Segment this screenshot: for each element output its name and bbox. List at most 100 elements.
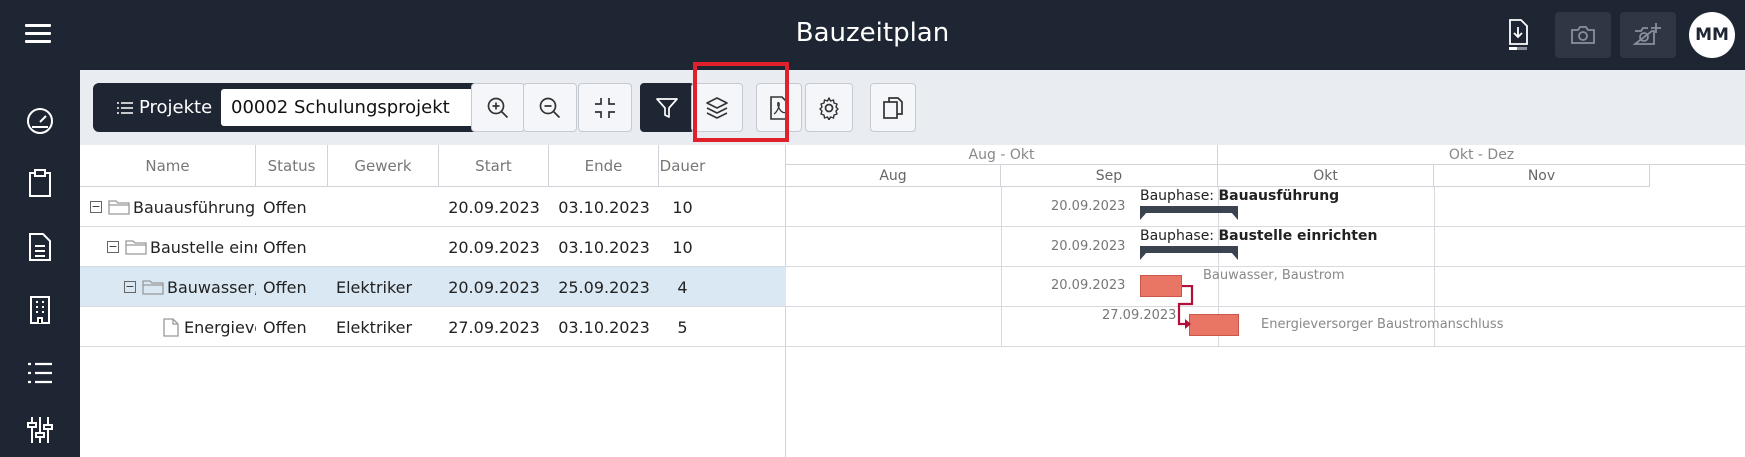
gantt-start-date: 20.09.2023 [1051, 199, 1126, 214]
settings-icon [819, 96, 839, 120]
row-gewerk [336, 227, 436, 267]
sidebar [0, 70, 80, 457]
zoom-in-icon [487, 97, 509, 118]
row-gewerk: Elektriker [336, 277, 413, 297]
row-dauer: 10 [672, 237, 693, 257]
project-switcher: Projekte 00002 Schulungsprojekt [93, 83, 513, 132]
gantt-summary-bar[interactable] [1140, 246, 1238, 260]
row-gewerk [336, 187, 436, 227]
gantt-row: 27.09.2023 Energieversorger Baustromansc… [786, 307, 1745, 347]
row-name: Baustelle einrich [150, 237, 257, 257]
gantt-month-header: Okt [1218, 165, 1434, 187]
gantt-summary-bar[interactable] [1140, 206, 1238, 220]
column-header-status[interactable]: Status [256, 145, 328, 187]
gantt-row: 20.09.2023 Bauphase: Bauausführung [786, 187, 1745, 227]
gantt-bar-label: Bauphase: Bauausführung [1140, 188, 1340, 204]
column-header-ende[interactable]: Ende [549, 145, 659, 187]
avatar[interactable]: MM [1689, 12, 1735, 58]
column-header-start[interactable]: Start [439, 145, 549, 187]
row-status: Offen [263, 277, 307, 297]
column-header-name[interactable]: Name [80, 145, 256, 187]
dependency-link[interactable] [1166, 285, 1206, 335]
gantt-period-header: Aug - Okt [786, 145, 1218, 165]
pdf-icon [770, 95, 789, 120]
filter-icon [656, 97, 678, 118]
project-select-value: 00002 Schulungsprojekt [231, 97, 450, 118]
row-start: 20.09.2023 [448, 237, 540, 257]
row-ende: 25.09.2023 [558, 277, 650, 297]
gantt-month-header: Aug [786, 165, 1001, 187]
row-start: 20.09.2023 [448, 277, 540, 297]
list-icon [117, 101, 133, 114]
row-gewerk: Elektriker [336, 317, 413, 337]
gantt-month-header: Sep [1001, 165, 1218, 187]
gantt-bar-label: Bauwasser, Baustrom [1203, 268, 1345, 283]
building-icon[interactable] [20, 290, 60, 330]
column-header-gewerk[interactable]: Gewerk [328, 145, 439, 187]
projects-label: Projekte [139, 97, 213, 118]
add-camera-icon[interactable] [1620, 12, 1676, 58]
gantt-start-date: 20.09.2023 [1051, 239, 1126, 254]
zoom-out-button[interactable] [523, 83, 577, 132]
toolbar: Projekte 00002 Schulungsprojekt [80, 62, 1745, 145]
column-header-dauer[interactable]: Dauer [659, 145, 706, 187]
grid-header: Name Status Gewerk Start Ende Dauer [80, 145, 786, 187]
zoom-in-button[interactable] [471, 83, 525, 132]
zoom-out-icon [539, 97, 561, 118]
file-icon [163, 317, 179, 337]
folder-icon [142, 280, 164, 295]
row-dauer: 4 [677, 277, 688, 297]
gantt-bar-label: Energieversorger Baustromanschluss [1261, 317, 1504, 332]
gantt-period-header: Okt - Dez [1218, 145, 1745, 165]
folder-icon [125, 240, 147, 255]
gantt-month-header: Nov [1434, 165, 1650, 187]
row-ende: 03.10.2023 [558, 317, 650, 337]
page-title: Bauzeitplan [795, 18, 950, 48]
collapse-toggle-icon[interactable]: − [107, 241, 119, 253]
filter-button[interactable] [640, 83, 694, 132]
row-dauer: 5 [677, 317, 688, 337]
layers-button[interactable] [691, 83, 743, 132]
row-name: Bauwasser, Ba [167, 277, 256, 297]
collapse-toggle-icon[interactable]: − [90, 201, 102, 213]
row-start: 20.09.2023 [448, 197, 540, 217]
row-status: Offen [263, 237, 307, 257]
row-name: Bauausführung [133, 197, 256, 217]
pdf-export-button[interactable] [756, 83, 802, 132]
gantt-chart: Aug - Okt Okt - Dez Aug Sep Okt Nov 20.0… [786, 145, 1745, 457]
table-row[interactable]: Energievers Offen Elektriker 27.09.2023 … [80, 307, 786, 347]
collapse-button[interactable] [578, 83, 632, 132]
gantt-row: 20.09.2023 Bauphase: Baustelle einrichte… [786, 227, 1745, 267]
download-icon[interactable] [1490, 12, 1546, 58]
task-grid: Name Status Gewerk Start Ende Dauer − Ba… [80, 145, 786, 457]
project-select[interactable]: 00002 Schulungsprojekt [221, 89, 505, 126]
collapse-toggle-icon[interactable]: − [124, 281, 136, 293]
table-row[interactable]: − Bauausführung Offen 20.09.2023 03.10.2… [80, 187, 786, 227]
table-row[interactable]: − Baustelle einrich Offen 20.09.2023 03.… [80, 227, 786, 267]
gantt-bar-label: Bauphase: Baustelle einrichten [1140, 228, 1378, 244]
camera-icon[interactable] [1555, 12, 1611, 58]
layers-icon [706, 96, 728, 119]
row-status: Offen [263, 197, 307, 217]
projects-button[interactable]: Projekte [117, 97, 212, 118]
main-content: Projekte 00002 Schulungsprojekt Name Sta… [80, 62, 1745, 457]
list-icon[interactable] [20, 353, 60, 393]
sliders-icon[interactable] [20, 410, 60, 450]
row-name: Energievers [184, 317, 256, 337]
top-bar: Bauzeitplan MM [0, 0, 1745, 70]
collapse-icon [595, 97, 615, 118]
row-status: Offen [263, 317, 307, 337]
folder-icon [108, 200, 130, 215]
copy-icon [883, 96, 903, 119]
document-icon[interactable] [20, 227, 60, 267]
dashboard-icon[interactable] [20, 100, 60, 140]
row-dauer: 10 [672, 197, 693, 217]
table-row[interactable]: − Bauwasser, Ba Offen Elektriker 20.09.2… [80, 267, 786, 307]
settings-button[interactable] [805, 83, 853, 132]
copy-button[interactable] [870, 83, 916, 132]
row-ende: 03.10.2023 [558, 237, 650, 257]
clipboard-icon[interactable] [20, 163, 60, 203]
gantt-start-date: 20.09.2023 [1051, 278, 1126, 293]
row-ende: 03.10.2023 [558, 197, 650, 217]
row-start: 27.09.2023 [448, 317, 540, 337]
